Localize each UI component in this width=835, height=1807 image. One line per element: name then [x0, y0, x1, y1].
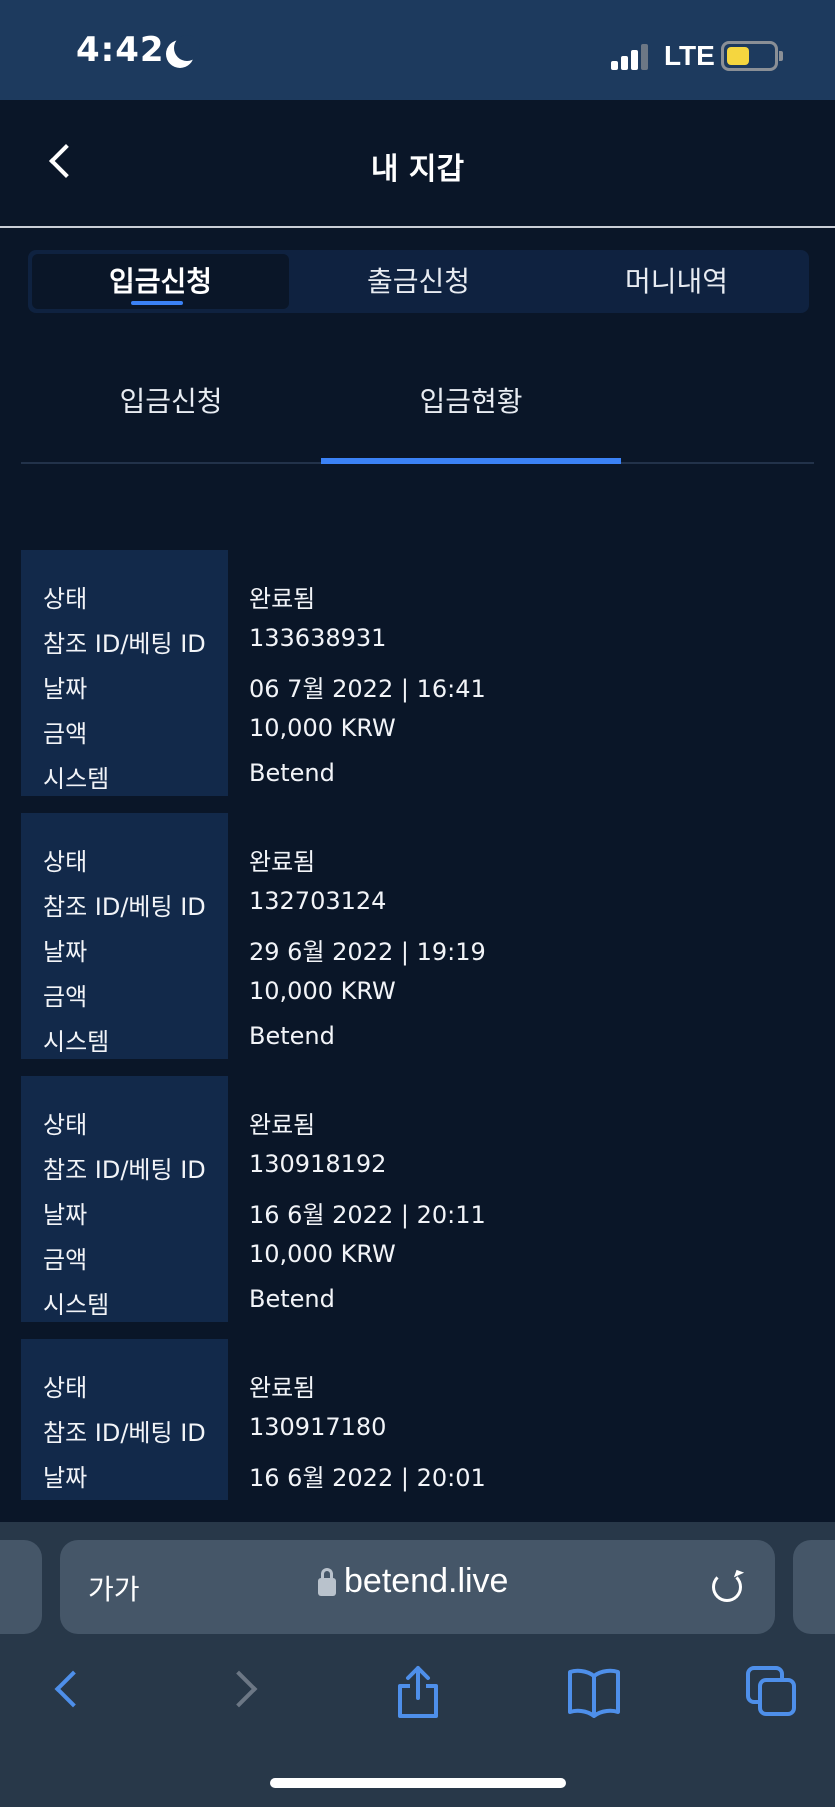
- bookmarks-icon[interactable]: [564, 1662, 624, 1722]
- date-label: 날짜: [43, 675, 88, 703]
- tab-label: 출금신청: [366, 265, 471, 298]
- network-label: LTE: [664, 40, 715, 71]
- status-value: 완료됨: [249, 1374, 316, 1402]
- deposit-record: 상태 완료됨 참조 ID/베팅 ID 132703124 날짜 29 6월 20…: [21, 813, 814, 1059]
- share-icon[interactable]: [388, 1662, 448, 1722]
- record-row: 금액 10,000 KRW: [21, 714, 814, 759]
- record-row: 참조 ID/베팅 ID 133638931: [21, 624, 814, 669]
- tab-deposit-request[interactable]: 입금신청: [32, 254, 289, 309]
- date-label: 날짜: [43, 1464, 88, 1492]
- record-row: 상태 완료됨: [21, 1368, 814, 1413]
- amount-label: 금액: [43, 720, 88, 748]
- date-value: 16 6월 2022 | 20:01: [249, 1464, 486, 1492]
- tab-label: 입금신청: [108, 265, 213, 298]
- record-row: 참조 ID/베팅 ID 132703124: [21, 887, 814, 932]
- status-label: 상태: [43, 585, 88, 613]
- record-row: 시스템 Betend: [21, 759, 814, 804]
- reload-icon[interactable]: [712, 1572, 742, 1602]
- record-row: 참조 ID/베팅 ID 130918192: [21, 1150, 814, 1195]
- active-tab-underline: [131, 301, 183, 305]
- date-label: 날짜: [43, 938, 88, 966]
- status-value: 완료됨: [249, 1111, 316, 1139]
- deposit-record: 상태 완료됨 참조 ID/베팅 ID 130917180 날짜 16 6월 20…: [21, 1339, 814, 1500]
- tabs-overview-icon[interactable]: [742, 1662, 802, 1722]
- record-row: 날짜 16 6월 2022 | 20:11: [21, 1195, 814, 1240]
- subtab-deposit-status[interactable]: 입금현황: [321, 380, 621, 420]
- tab-label: 머니내역: [624, 265, 729, 298]
- status-time: 4:42: [76, 30, 165, 70]
- address-bar[interactable]: 가가 betend.live: [60, 1540, 775, 1634]
- system-label: 시스템: [43, 1291, 110, 1319]
- home-indicator[interactable]: [270, 1778, 566, 1788]
- reference-id-value: 130918192: [249, 1150, 387, 1178]
- reference-id-value: 132703124: [249, 887, 387, 915]
- subtab-active-indicator: [321, 458, 621, 464]
- record-row: 상태 완료됨: [21, 842, 814, 887]
- record-row: 상태 완료됨: [21, 1105, 814, 1150]
- reference-id-label: 참조 ID/베팅 ID: [43, 893, 206, 921]
- tab-money-history[interactable]: 머니내역: [548, 254, 805, 309]
- system-label: 시스템: [43, 765, 110, 793]
- reference-id-label: 참조 ID/베팅 ID: [43, 1419, 206, 1447]
- date-value: 29 6월 2022 | 19:19: [249, 938, 486, 966]
- amount-value: 10,000 KRW: [249, 714, 396, 742]
- forward-nav-icon[interactable]: [214, 1662, 274, 1722]
- record-row: 날짜 29 6월 2022 | 19:19: [21, 932, 814, 977]
- tab-withdraw-request[interactable]: 출금신청: [290, 254, 547, 309]
- reference-id-value: 133638931: [249, 624, 387, 652]
- system-value: Betend: [249, 1022, 335, 1050]
- status-value: 완료됨: [249, 585, 316, 613]
- reference-id-label: 참조 ID/베팅 ID: [43, 1156, 206, 1184]
- moon-icon: [166, 35, 200, 68]
- amount-value: 10,000 KRW: [249, 1240, 396, 1268]
- battery-tip: [779, 51, 783, 61]
- system-label: 시스템: [43, 1028, 110, 1056]
- deposit-record: 상태 완료됨 참조 ID/베팅 ID 133638931 날짜 06 7월 20…: [21, 550, 814, 796]
- status-bar: 4:42 LTE: [0, 0, 835, 100]
- record-row: 시스템 Betend: [21, 1285, 814, 1330]
- next-tab-preview[interactable]: [793, 1540, 835, 1634]
- lock-icon: [318, 1568, 336, 1596]
- system-value: Betend: [249, 1285, 335, 1313]
- back-nav-icon[interactable]: [34, 1662, 94, 1722]
- main-tabs: 입금신청 출금신청 머니내역: [28, 250, 809, 313]
- signal-icon: [611, 44, 651, 70]
- amount-label: 금액: [43, 983, 88, 1011]
- status-value: 완료됨: [249, 848, 316, 876]
- reference-id-label: 참조 ID/베팅 ID: [43, 630, 206, 658]
- subtab-deposit-request[interactable]: 입금신청: [21, 380, 321, 420]
- battery-icon: [721, 41, 778, 71]
- date-value: 06 7월 2022 | 16:41: [249, 675, 486, 703]
- record-row: 금액 10,000 KRW: [21, 1240, 814, 1285]
- text-size-button[interactable]: 가가: [88, 1568, 140, 1608]
- system-value: Betend: [249, 759, 335, 787]
- previous-tab-preview[interactable]: [0, 1540, 42, 1634]
- record-row: 상태 완료됨: [21, 579, 814, 624]
- record-row: 참조 ID/베팅 ID 130917180: [21, 1413, 814, 1458]
- status-label: 상태: [43, 848, 88, 876]
- deposit-record: 상태 완료됨 참조 ID/베팅 ID 130918192 날짜 16 6월 20…: [21, 1076, 814, 1322]
- amount-value: 10,000 KRW: [249, 977, 396, 1005]
- date-label: 날짜: [43, 1201, 88, 1229]
- url-text[interactable]: betend.live: [344, 1562, 508, 1601]
- browser-toolbar: 가가 betend.live: [0, 1522, 835, 1807]
- reference-id-value: 130917180: [249, 1413, 387, 1441]
- record-row: 시스템 Betend: [21, 1022, 814, 1067]
- app-header: 내 지갑: [0, 100, 835, 228]
- record-row: 날짜 16 6월 2022 | 20:01: [21, 1458, 814, 1503]
- sub-tabs: 입금신청 입금현황: [21, 345, 814, 464]
- date-value: 16 6월 2022 | 20:11: [249, 1201, 486, 1229]
- status-label: 상태: [43, 1111, 88, 1139]
- status-label: 상태: [43, 1374, 88, 1402]
- page-title: 내 지갑: [370, 152, 465, 187]
- record-row: 금액 10,000 KRW: [21, 977, 814, 1022]
- record-row: 날짜 06 7월 2022 | 16:41: [21, 669, 814, 714]
- amount-label: 금액: [43, 1246, 88, 1274]
